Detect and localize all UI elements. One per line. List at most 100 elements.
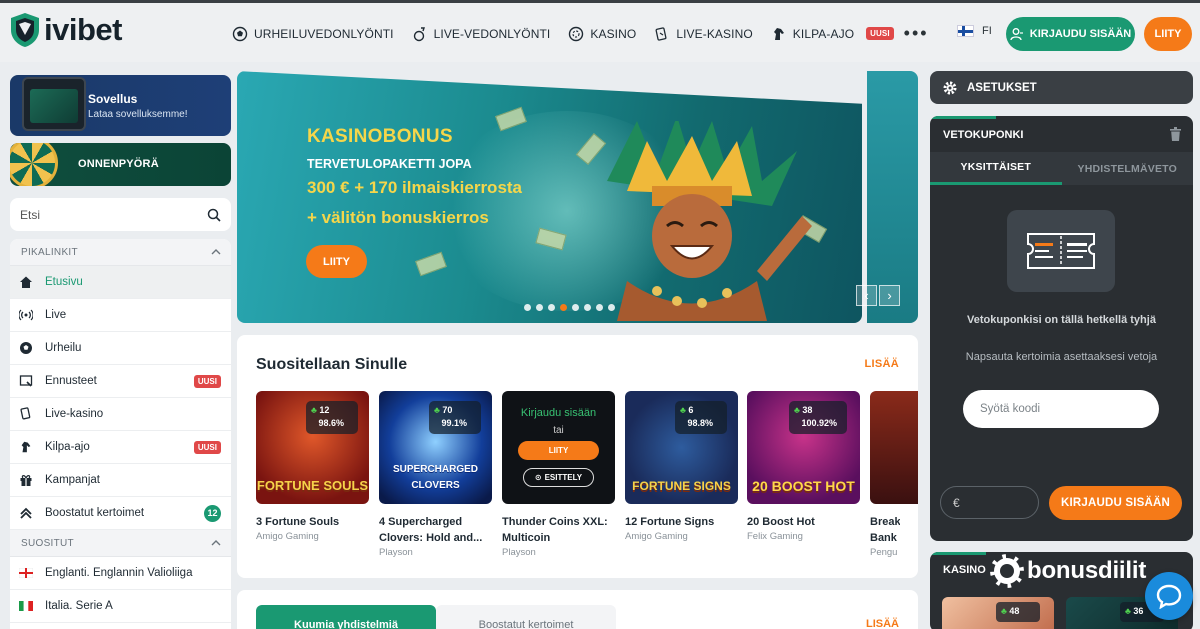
wheel-card-title: ONNENPYÖRÄ: [78, 158, 159, 170]
language-selector[interactable]: FI: [957, 25, 992, 37]
new-badge: UUSI: [866, 27, 894, 40]
demo-label: ESITTELY: [544, 473, 583, 482]
carousel-dot[interactable]: [524, 304, 531, 311]
banner-join-button[interactable]: LIITY: [306, 245, 367, 278]
game-card[interactable]: ♣ 38 100.92% 20 BOOST HOT 20 Boost Hot F…: [747, 391, 860, 542]
shield-logo-icon: [11, 13, 39, 47]
game-provider: Felix Gaming: [747, 531, 803, 542]
tab-hot-combos[interactable]: Kuumia yhdistelmiä: [256, 605, 436, 629]
settings-bar[interactable]: ASETUKSET: [930, 71, 1193, 104]
sidebar-item-serie-a[interactable]: Italia. Serie A: [10, 590, 231, 623]
carousel-dot[interactable]: [596, 304, 603, 311]
game-art-title: FORTUNE SIGNS: [632, 479, 731, 493]
search-box: [10, 198, 231, 231]
carousel-dot[interactable]: [536, 304, 543, 311]
nav-racing[interactable]: KILPA-AJO UUSI: [771, 26, 894, 42]
more-link[interactable]: LISÄÄ: [866, 618, 899, 629]
sidebar-item-promotions[interactable]: Kampanjat: [10, 464, 231, 497]
game-card[interactable]: ♣ 6 98.8% FORTUNE SIGNS 12 Fortune Signs…: [625, 391, 738, 542]
section-title: Suositellaan Sinulle: [256, 356, 408, 373]
login-button[interactable]: KIRJAUDU SISÄÄN: [1006, 17, 1135, 51]
accent-bar: [930, 116, 996, 119]
login-label: KIRJAUDU SISÄÄN: [1029, 28, 1132, 40]
gear-icon: [943, 81, 957, 94]
next-arrow-icon[interactable]: ›: [879, 285, 900, 306]
sidebar-item-premier-league[interactable]: Englanti. Englannin Valioliiga: [10, 557, 231, 590]
main-nav: URHEILUVEDONLYÖNTI LIVE-VEDONLYÖNTI KASI…: [232, 23, 929, 44]
tab-combo[interactable]: YHDISTELMÄVETO: [1062, 152, 1194, 185]
nav-casino[interactable]: KASINO: [568, 26, 636, 42]
cards-icon: [19, 407, 33, 421]
nav-live-casino[interactable]: LIVE-KASINO: [654, 26, 753, 42]
game-card[interactable]: ♣ 12 98.6% FORTUNE SOULS 3 Fortune Souls…: [256, 391, 369, 542]
popular-header[interactable]: SUOSITUT: [10, 530, 231, 557]
search-input[interactable]: [20, 207, 207, 222]
nav-live-betting[interactable]: LIVE-VEDONLYÖNTI: [412, 26, 551, 42]
accent-bar: [930, 552, 986, 555]
search-icon[interactable]: [207, 208, 221, 222]
stake-input[interactable]: €: [940, 486, 1039, 519]
carousel-dot[interactable]: [548, 304, 555, 311]
clover-icon: ♣: [680, 405, 686, 415]
banner-title: KASINOBONUS: [307, 126, 453, 147]
overlay-login-link[interactable]: Kirjaudu sisään: [502, 407, 615, 419]
promo-banner[interactable]: KASINOBONUS TERVETULOPAKETTI JOPA 300 € …: [237, 71, 862, 323]
more-menu-button[interactable]: •••: [904, 23, 929, 44]
casino-tile[interactable]: ♣ 48: [942, 597, 1054, 629]
game-card[interactable]: Break Bank Pengu: [870, 391, 918, 558]
carousel-arrows: ‹ ›: [856, 285, 900, 306]
sidebar-item-boosted-odds[interactable]: Boostatut kertoimet 12: [10, 497, 231, 530]
trash-icon[interactable]: [1170, 127, 1181, 141]
nav-label: KASINO: [590, 26, 637, 41]
app-download-card[interactable]: Sovellus Lataa sovelluksemme!: [10, 75, 231, 136]
carousel-dot[interactable]: [572, 304, 579, 311]
fortune-wheel-card[interactable]: ONNENPYÖRÄ: [10, 143, 231, 186]
sidebar-item-live[interactable]: Live: [10, 299, 231, 332]
sidebar-item-home[interactable]: Etusivu: [10, 266, 231, 299]
sidebar-item-live-casino[interactable]: Live-kasino: [10, 398, 231, 431]
game-card[interactable]: ♣ 70 99.1% SUPERCHARGED CLOVERS 4 Superc…: [379, 391, 492, 558]
carousel-dot[interactable]: [560, 304, 567, 311]
sidebar-item-sports[interactable]: Urheilu: [10, 332, 231, 365]
carousel-dot[interactable]: [584, 304, 591, 311]
slip-login-button[interactable]: KIRJAUDU SISÄÄN: [1049, 486, 1182, 520]
prev-arrow-icon[interactable]: ‹: [856, 285, 877, 306]
stat-count: 6: [688, 405, 694, 415]
carousel-dot[interactable]: [608, 304, 615, 311]
game-provider: Amigo Gaming: [625, 531, 688, 542]
more-link[interactable]: LISÄÄ: [865, 358, 900, 370]
recommended-section: Suositellaan Sinulle LISÄÄ ♣ 12 98.6% FO…: [237, 335, 918, 578]
overlay-join-button[interactable]: LIITY: [518, 441, 599, 460]
logo[interactable]: ivibet: [8, 11, 122, 49]
nav-label: LIVE-KASINO: [676, 26, 753, 41]
sidebar-item-racing[interactable]: Kilpa-ajo UUSI: [10, 431, 231, 464]
england-flag-icon: [19, 566, 33, 580]
tab-boosted-odds[interactable]: Boostatut kertoimet: [436, 605, 616, 629]
tab-singles[interactable]: YKSITTÄISET: [930, 152, 1062, 185]
promo-code-input[interactable]: [963, 390, 1159, 428]
sidebar-item-predictions[interactable]: Ennusteet UUSI: [10, 365, 231, 398]
game-provider: Amigo Gaming: [256, 531, 319, 542]
ticket-icon: [1027, 233, 1095, 269]
section-title: PIKALINKIT: [21, 246, 78, 258]
overlay-demo-button[interactable]: ⊙ ESITTELY: [523, 468, 594, 487]
game-provider: Playson: [379, 547, 413, 558]
nav-sports[interactable]: URHEILUVEDONLYÖNTI: [232, 26, 394, 42]
clover-icon: ♣: [1001, 606, 1007, 616]
nav-label: LIVE-VEDONLYÖNTI: [433, 26, 551, 41]
game-card[interactable]: Kirjaudu sisään tai LIITY ⊙ ESITTELY Thun…: [502, 391, 615, 558]
money-bill-icon: [415, 251, 447, 277]
phone-image: [22, 77, 86, 131]
game-name: 12 Fortune Signs: [625, 516, 715, 528]
chevron-up-icon: [211, 249, 221, 255]
top-bar: ivibet URHEILUVEDONLYÖNTI LIVE-VEDONLYÖN…: [0, 0, 1200, 62]
count-badge: 12: [204, 504, 221, 522]
stat-rtp: 98.8%: [687, 418, 714, 428]
quicklinks-header[interactable]: PIKALINKIT: [10, 239, 231, 266]
new-badge: UUSI: [193, 374, 221, 388]
settings-label: ASETUKSET: [967, 81, 1037, 94]
bonusdiilit-logo: bonusdiilit: [990, 554, 1146, 588]
join-button[interactable]: LIITY: [1144, 17, 1192, 51]
sidebar-item-label: Urheilu: [45, 342, 82, 354]
chat-button[interactable]: [1145, 572, 1193, 620]
